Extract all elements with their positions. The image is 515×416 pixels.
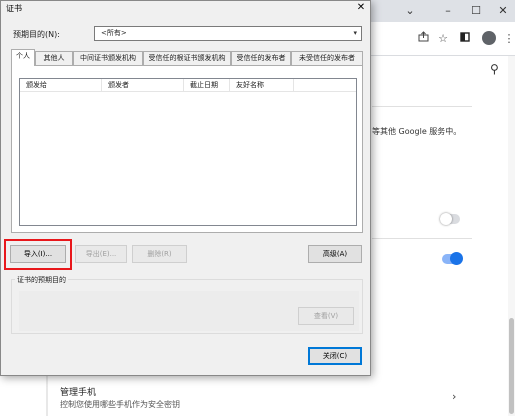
sidebar-icon[interactable]	[456, 30, 474, 48]
column-friendly-name[interactable]: 友好名称	[230, 79, 294, 92]
setting-toggle-off[interactable]	[440, 213, 460, 225]
close-button[interactable]: 关闭(C)	[308, 347, 362, 365]
tab-intermediate-ca[interactable]: 中间证书颁发机构	[73, 51, 143, 65]
divider	[372, 106, 472, 107]
certificate-list-header: 颁发给 颁发者 截止日期 友好名称	[20, 79, 356, 92]
star-icon[interactable]: ☆	[434, 30, 452, 48]
menu-icon[interactable]: ⋮	[500, 30, 515, 48]
view-button[interactable]: 查看(V)	[298, 307, 354, 325]
purpose-select-value: <所有>	[101, 29, 127, 37]
tab-panel-personal: 颁发给 颁发者 截止日期 友好名称	[11, 65, 363, 233]
tab-other-people[interactable]: 其他人	[35, 51, 73, 65]
minimize-button[interactable]: –	[440, 3, 456, 19]
export-button[interactable]: 导出(E)...	[75, 245, 127, 263]
bg-description-text: 等其他 Google 服务中。	[372, 127, 462, 136]
manage-phones-description: 控制您使用哪些手机作为安全密钥	[60, 400, 180, 409]
certificate-dialog: 证书 ✕ 预期目的(N): <所有> ▾ 个人 其他人 中间证书颁发机构 受信任…	[0, 0, 371, 376]
chevron-down-icon: ▾	[353, 29, 357, 37]
divider	[372, 238, 472, 239]
profile-avatar[interactable]	[482, 31, 496, 45]
chevron-right-icon[interactable]: ›	[452, 390, 456, 403]
intended-purposes-label: 证书的预期目的	[15, 275, 68, 285]
share-icon[interactable]	[414, 30, 432, 48]
purpose-select[interactable]: <所有> ▾	[94, 26, 362, 41]
dialog-title: 证书	[6, 4, 22, 13]
certificate-list[interactable]: 颁发给 颁发者 截止日期 友好名称	[19, 78, 357, 226]
tab-untrusted-publishers[interactable]: 未受信任的发布者	[291, 51, 363, 65]
setting-toggle-on[interactable]	[442, 252, 463, 265]
tab-search-icon[interactable]: ⌄	[402, 3, 418, 19]
window-close-button[interactable]: ✕	[495, 3, 511, 19]
maximize-button[interactable]: ☐	[468, 3, 484, 19]
remove-button[interactable]: 删除(R)	[132, 245, 187, 263]
advanced-button[interactable]: 高级(A)	[308, 245, 362, 263]
purpose-label: 预期目的(N):	[13, 30, 60, 39]
column-expiration-date[interactable]: 截止日期	[184, 79, 230, 92]
column-issued-to[interactable]: 颁发给	[20, 79, 102, 92]
tab-personal[interactable]: 个人	[11, 49, 35, 66]
import-button[interactable]: 导入(I)...	[10, 245, 66, 263]
close-icon[interactable]: ✕	[353, 1, 369, 15]
manage-phones-title[interactable]: 管理手机	[60, 385, 96, 398]
page-scrollbar-thumb[interactable]	[509, 318, 514, 414]
tab-trusted-root-ca[interactable]: 受信任的根证书颁发机构	[143, 51, 231, 65]
tab-trusted-publishers[interactable]: 受信任的发布者	[231, 51, 291, 65]
search-icon[interactable]: ⚲	[490, 62, 499, 76]
column-issued-by[interactable]: 颁发者	[102, 79, 184, 92]
card-edge	[46, 376, 48, 416]
